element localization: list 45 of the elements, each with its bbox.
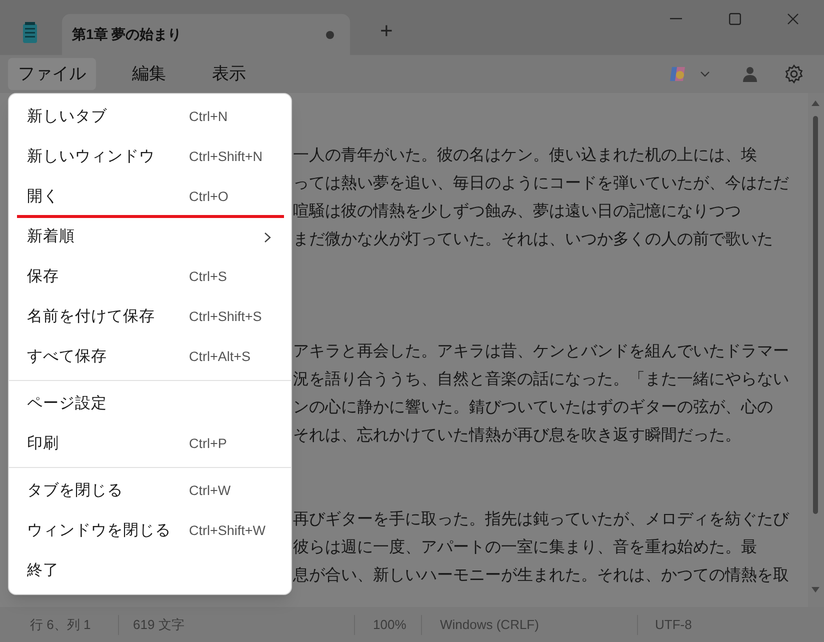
- menu-entry[interactable]: 新しいウィンドウ Ctrl+Shift+N: [9, 137, 291, 177]
- text-line: 喧騒は彼の情熱を少しずつ蝕み、夢は遠い日の記憶になりつつ: [293, 202, 742, 222]
- text-line: まだ微かな火が灯っていた。それは、いつか多くの人の前で歌いた: [293, 230, 774, 250]
- status-text: 行 6、列 1: [30, 616, 91, 632]
- document-tab[interactable]: 第1章 夢の始まり: [62, 14, 350, 55]
- tab-title: 第1章 夢の始まり: [72, 25, 183, 44]
- menu-entry[interactable]: 終了: [9, 550, 291, 591]
- scroll-down-icon[interactable]: [811, 587, 820, 593]
- text-line: っては熱い夢を追い、毎日のようにコードを弾いていたが、今はただ: [293, 174, 790, 194]
- menu-entry[interactable]: 新着順: [9, 217, 291, 257]
- menu-entry[interactable]: ページ設定: [9, 384, 291, 424]
- menu-entry[interactable]: ウィンドウを閉じる Ctrl+Shift+W: [9, 510, 291, 551]
- chevron-down-icon[interactable]: [700, 71, 710, 77]
- menu-entry[interactable]: すべて保存 Ctrl+Alt+S: [9, 337, 291, 377]
- status-text: Windows (CRLF): [440, 616, 539, 632]
- menu-entry[interactable]: 新しいタブ Ctrl+N: [9, 97, 291, 137]
- menu-entry[interactable]: タブを閉じる Ctrl+W: [9, 470, 291, 511]
- account-icon[interactable]: [743, 66, 757, 82]
- menu-entry[interactable]: 印刷 Ctrl+P: [9, 424, 291, 464]
- notepad-icon: [22, 22, 38, 44]
- chevron-right-icon: [264, 232, 271, 242]
- status-text: UTF-8: [655, 616, 692, 632]
- text-line: それは、忘れかけていた情熱が再び息を吹き返す瞬間だった。: [293, 425, 742, 446]
- menu-item[interactable]: ファイル: [8, 58, 96, 90]
- menu-entry[interactable]: 開く Ctrl+O: [9, 177, 291, 217]
- menu-item[interactable]: 表示: [202, 58, 256, 90]
- text-line: 況を語り合ううち、自然と音楽の話になった。「また一緒にやらない: [293, 370, 790, 390]
- text-line: ンの心に静かに響いた。錆びついていたはずのギターの弦が、心の: [293, 398, 774, 418]
- scrollbar-thumb[interactable]: [813, 116, 818, 514]
- settings-icon[interactable]: [784, 64, 804, 84]
- menu-item[interactable]: 編集: [122, 58, 176, 90]
- text-line: アキラと再会した。アキラは昔、ケンとバンドを組んでいたドラマー: [293, 342, 790, 362]
- status-text: 100%: [373, 616, 406, 632]
- close-icon[interactable]: [787, 13, 799, 25]
- status-text: 619 文字: [133, 616, 184, 632]
- text-line: 一人の青年がいた。彼の名はケン。使い込まれた机の上には、埃: [293, 146, 758, 166]
- text-line: 再びギターを手に取った。指先は鈍っていたが、メロディを紡ぐたび: [293, 510, 790, 530]
- maximize-icon[interactable]: [729, 13, 741, 25]
- menu-entry[interactable]: 名前を付けて保存 Ctrl+Shift+S: [9, 297, 291, 337]
- text-line: 彼らは週に一度、アパートの一室に集まり、音を重ね始めた。最: [293, 538, 758, 558]
- copilot-icon[interactable]: [668, 64, 688, 84]
- minimize-icon[interactable]: [670, 18, 682, 20]
- scroll-up-icon[interactable]: [811, 100, 820, 106]
- text-line: 息が合い、新しいハーモニーが生まれた。それは、かつての情熱を取: [293, 566, 790, 586]
- menu-entry[interactable]: 保存 Ctrl+S: [9, 257, 291, 297]
